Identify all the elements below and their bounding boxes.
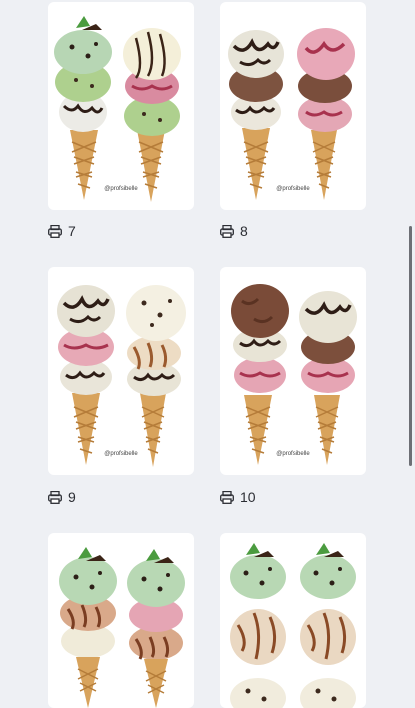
ice-cream-illustration <box>228 28 355 200</box>
card-number: 9 <box>68 489 76 505</box>
watermark: @profsibelle <box>276 451 310 457</box>
card-number: 10 <box>240 489 256 505</box>
card-caption: 8 <box>220 222 248 240</box>
watermark: @profsibelle <box>276 186 310 192</box>
scrollbar[interactable] <box>409 226 412 466</box>
ice-cream-illustration <box>59 547 185 708</box>
worksheet-card-10[interactable]: @profsibelle <box>220 267 366 475</box>
worksheet-card-8[interactable]: @profsibelle <box>220 2 366 210</box>
ice-cream-illustration <box>54 16 181 202</box>
printer-icon[interactable] <box>220 224 234 238</box>
card-caption: 7 <box>48 222 76 240</box>
worksheet-card-9[interactable]: @profsibelle <box>48 267 194 475</box>
printer-icon[interactable] <box>48 490 62 504</box>
ice-cream-illustration <box>57 285 186 467</box>
ice-cream-illustration <box>231 284 357 465</box>
printer-icon[interactable] <box>220 490 234 504</box>
worksheet-card-12[interactable] <box>220 533 366 708</box>
printer-icon[interactable] <box>48 224 62 238</box>
card-number: 8 <box>240 223 248 239</box>
card-caption: 10 <box>220 488 256 506</box>
ice-cream-illustration <box>230 543 356 708</box>
worksheet-card-7[interactable]: @profsibelle <box>48 2 194 210</box>
card-caption: 9 <box>48 488 76 506</box>
card-number: 7 <box>68 223 76 239</box>
worksheet-card-11[interactable] <box>48 533 194 708</box>
watermark: @profsibelle <box>104 186 138 192</box>
watermark: @profsibelle <box>104 451 138 457</box>
